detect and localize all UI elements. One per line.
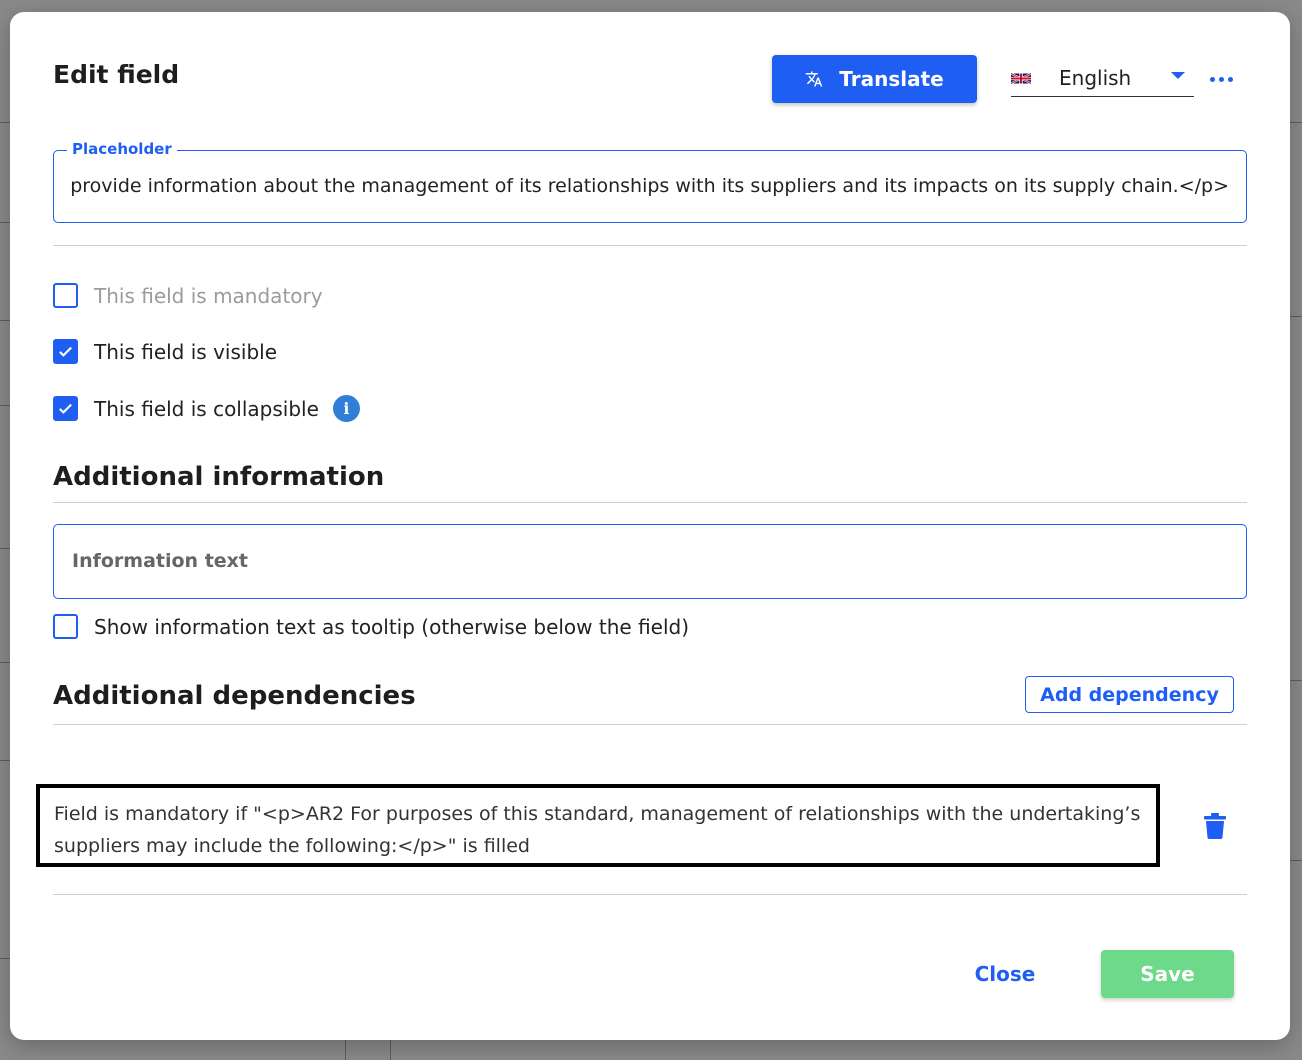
- mandatory-checkbox[interactable]: [53, 283, 78, 308]
- placeholder-field-label: Placeholder: [67, 140, 177, 158]
- visible-option[interactable]: This field is visible: [53, 339, 277, 364]
- placeholder-field-value[interactable]: l provide information about the manageme…: [71, 175, 1229, 197]
- chevron-down-icon: [1171, 72, 1185, 79]
- translate-icon: [806, 71, 823, 87]
- divider: [53, 502, 1247, 503]
- placeholder-field[interactable]: Placeholder l provide information about …: [53, 140, 1247, 223]
- info-icon[interactable]: i: [332, 395, 360, 422]
- mandatory-option[interactable]: This field is mandatory: [53, 283, 323, 308]
- additional-information-title: Additional information: [53, 462, 385, 492]
- dialog-title: Edit field: [53, 60, 180, 89]
- collapsible-checkbox[interactable]: [53, 396, 78, 421]
- trash-icon[interactable]: [1204, 813, 1226, 839]
- edit-field-dialog: Edit field Translate English Placeholder…: [10, 12, 1290, 1040]
- collapsible-option[interactable]: This field is collapsible i: [53, 395, 360, 422]
- information-text-input[interactable]: Information text: [53, 524, 1247, 599]
- divider: [53, 724, 1247, 725]
- information-text-placeholder: Information text: [72, 550, 249, 572]
- uk-flag-icon: [1011, 72, 1031, 84]
- tooltip-label: Show information text as tooltip (otherw…: [94, 614, 690, 639]
- translate-button[interactable]: Translate: [772, 55, 977, 103]
- check-icon: [59, 346, 72, 357]
- language-select[interactable]: English: [1011, 60, 1194, 97]
- visible-label: This field is visible: [94, 339, 277, 364]
- language-label: English: [1059, 66, 1132, 90]
- collapsible-label: This field is collapsible: [94, 396, 319, 421]
- more-options-button[interactable]: [1206, 72, 1236, 86]
- additional-dependencies-title: Additional dependencies: [53, 681, 416, 711]
- dependency-item: Field is mandatory if "<p>AR2 For purpos…: [36, 784, 1160, 867]
- translate-button-label: Translate: [839, 67, 944, 91]
- divider: [53, 245, 1247, 246]
- mandatory-label: This field is mandatory: [94, 283, 323, 308]
- visible-checkbox[interactable]: [53, 339, 78, 364]
- add-dependency-button[interactable]: Add dependency: [1025, 676, 1234, 713]
- tooltip-option[interactable]: Show information text as tooltip (otherw…: [53, 614, 689, 639]
- save-button[interactable]: Save: [1101, 950, 1234, 998]
- more-horizontal-icon: [1209, 76, 1215, 82]
- close-button[interactable]: Close: [965, 956, 1045, 992]
- check-icon: [59, 403, 72, 414]
- tooltip-checkbox[interactable]: [53, 614, 78, 639]
- divider: [53, 894, 1247, 895]
